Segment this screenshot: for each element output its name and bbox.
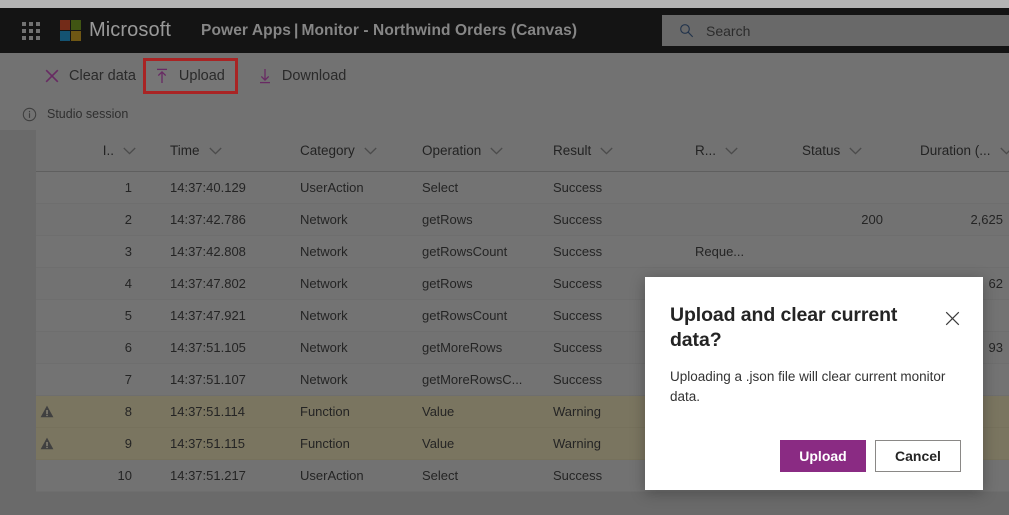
dialog-cancel-button[interactable]: Cancel: [875, 440, 961, 472]
dialog-header: Upload and clear current data?: [645, 277, 983, 353]
dialog-body-text: Uploading a .json file will clear curren…: [670, 368, 946, 404]
upload-confirm-dialog: Upload and clear current data? Uploading…: [645, 277, 983, 490]
dialog-close-button[interactable]: [939, 305, 965, 331]
dialog-actions: Upload Cancel: [645, 440, 983, 472]
dialog-upload-button[interactable]: Upload: [780, 440, 866, 472]
dialog-title: Upload and clear current data?: [670, 304, 898, 351]
power-apps-monitor-window: Microsoft Power Apps | Monitor - Northwind…: [0, 0, 1009, 515]
close-icon: [945, 311, 959, 325]
